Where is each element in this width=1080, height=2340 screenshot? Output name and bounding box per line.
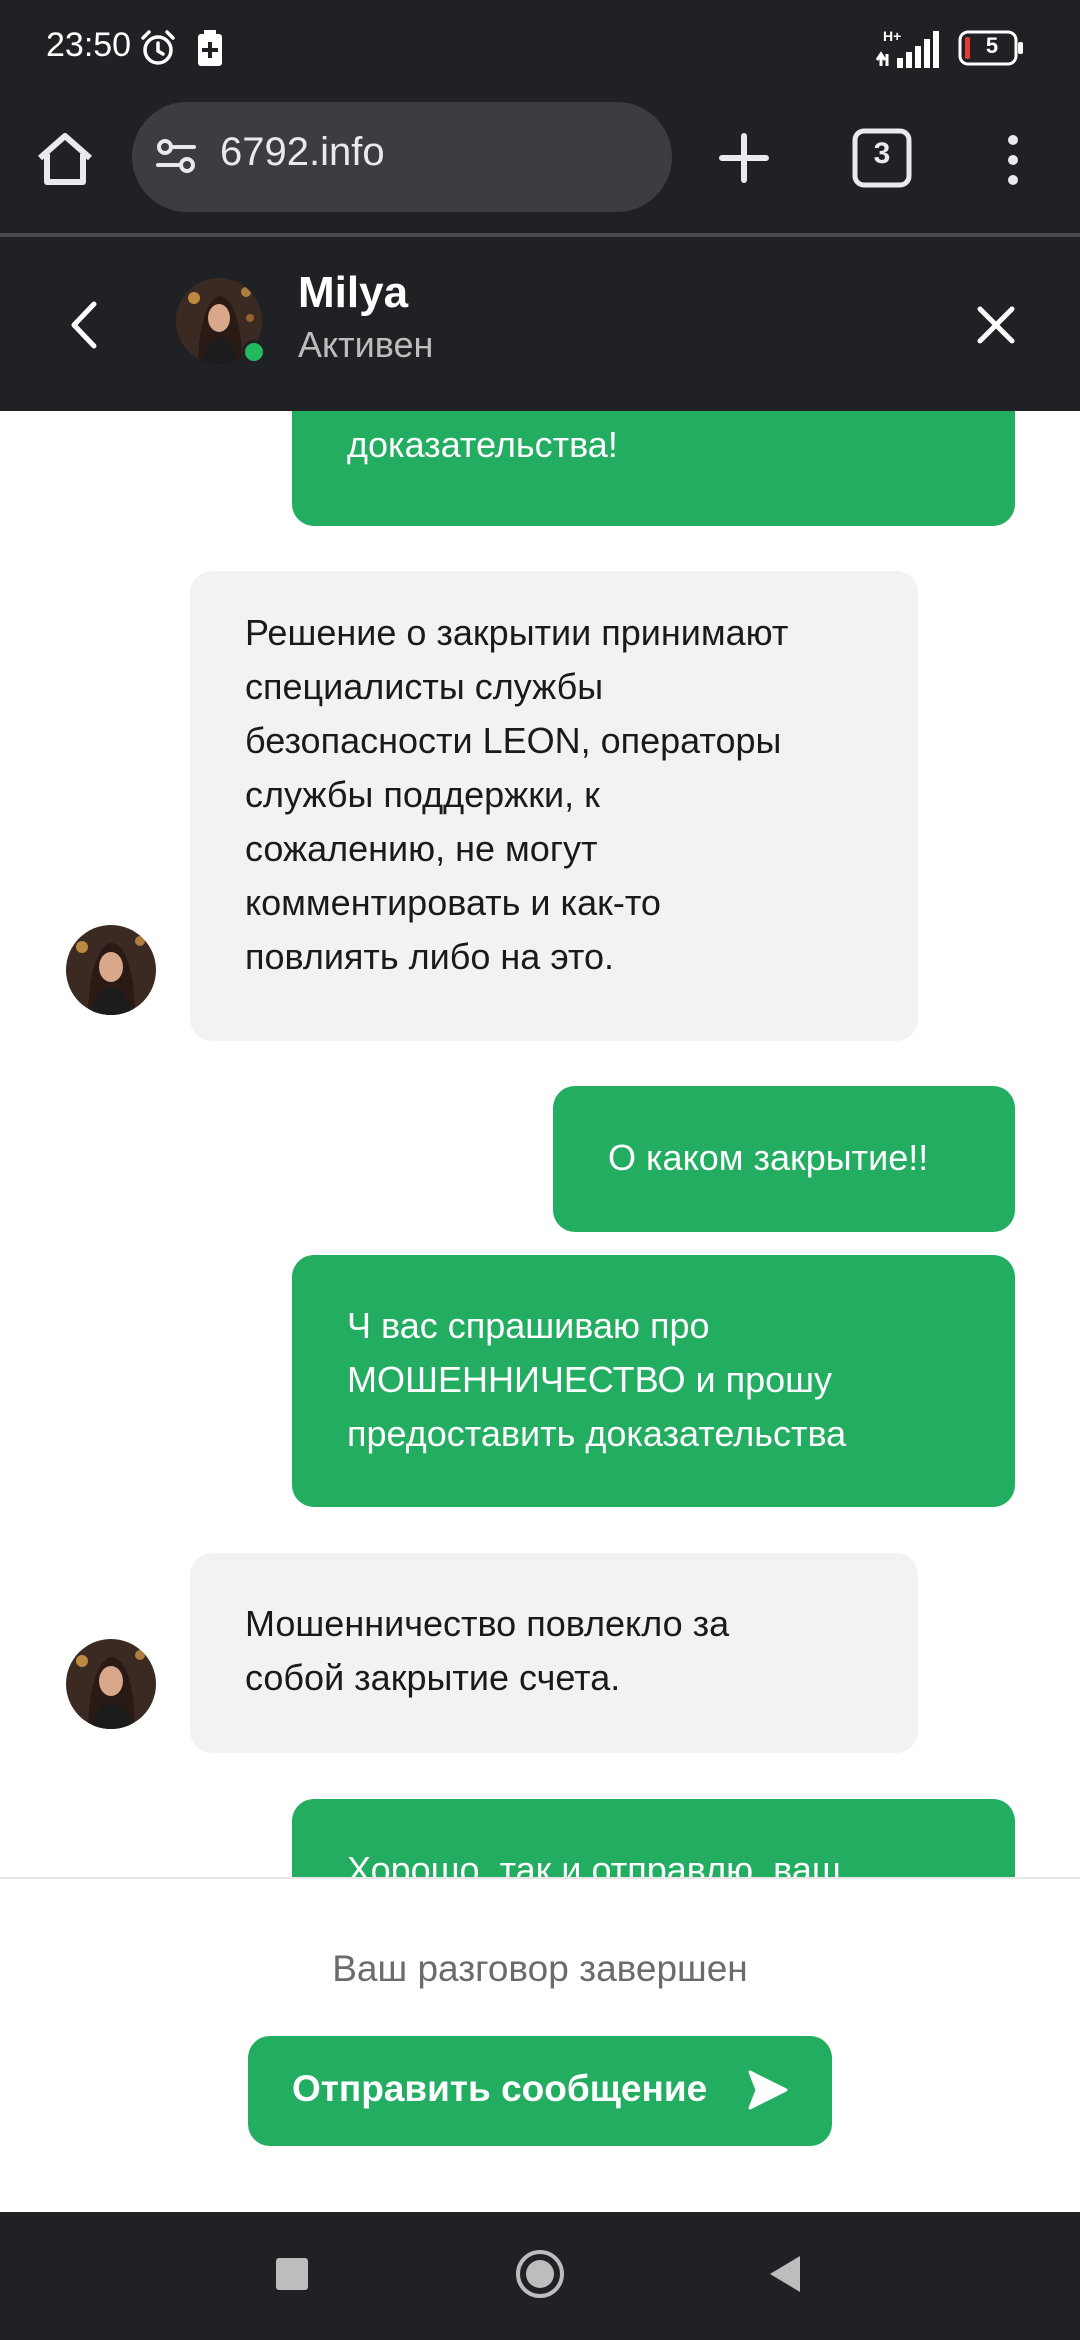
battery-saver-icon (198, 30, 222, 66)
message-text-line: сожалению, не могут (245, 828, 598, 869)
chat-header (0, 237, 1080, 411)
message-text-line: специалисты службы (245, 666, 604, 707)
agent-avatar (66, 1639, 156, 1729)
incoming-message: Решение о закрытии принимают специалисты… (190, 571, 918, 1041)
message-text-line: Хорошо, так и отправлю, ваш (347, 1849, 841, 1877)
close-icon[interactable] (966, 295, 1026, 355)
agent-avatar (66, 925, 156, 1015)
send-icon[interactable] (746, 2068, 790, 2112)
url-bar[interactable] (132, 102, 672, 212)
site-settings-icon[interactable] (154, 134, 198, 178)
send-message-label[interactable]: Отправить сообщение (292, 2068, 707, 2110)
message-text-line: МОШЕННИЧЕСТВО и прошу (347, 1359, 833, 1400)
message-text-line: О каком закрытие!! (608, 1137, 929, 1178)
message-text-line: безопасности LEON, операторы (245, 720, 782, 761)
message-text-line: службы поддержки, к (245, 774, 600, 815)
message-text-line: комментировать и как-то (245, 882, 661, 923)
conversation-ended-text: Ваш разговор завершен (332, 1948, 748, 1989)
message-list[interactable]: доказательства! Решение о закрытии прини… (0, 411, 1080, 1877)
message-text-line: доказательства! (347, 424, 618, 465)
status-time: 23:50 (46, 26, 132, 64)
url-text[interactable]: 6792.info (220, 130, 385, 175)
message-text-line: собой закрытие счета. (245, 1657, 621, 1698)
message-text-line: предоставить доказательства (347, 1413, 847, 1454)
message-text-line: Ч вас спрашиваю про (347, 1305, 710, 1346)
battery-level-text: 5 (985, 33, 999, 58)
online-status-dot (242, 340, 266, 364)
tab-count[interactable]: 3 (858, 137, 906, 171)
message-text-line: Решение о закрытии принимают (245, 612, 789, 653)
alarm-icon (141, 30, 175, 65)
plus-icon[interactable] (710, 118, 778, 198)
outgoing-message: доказательства! (292, 411, 1015, 526)
home-circle-icon[interactable] (514, 2248, 566, 2300)
signal-icon (875, 31, 939, 68)
back-arrow-icon[interactable] (60, 290, 110, 360)
message-text-line: повлиять либо на это. (245, 936, 615, 977)
more-vert-icon[interactable] (995, 120, 1031, 200)
recents-icon[interactable] (276, 2258, 308, 2290)
home-icon[interactable] (30, 120, 100, 200)
back-triangle-icon[interactable] (764, 2252, 806, 2296)
outgoing-message: Хорошо, так и отправлю, ваш (292, 1799, 1015, 1877)
agent-status: Активен (298, 324, 434, 365)
incoming-message: Мошенничество повлекло за собой закрытие… (190, 1553, 918, 1753)
agent-name: Milya (298, 268, 409, 317)
outgoing-message: Ч вас спрашиваю про МОШЕННИЧЕСТВО и прош… (292, 1255, 1015, 1507)
message-text-line: Мошенничество повлекло за (245, 1603, 730, 1644)
outgoing-message: О каком закрытие!! (553, 1086, 1015, 1232)
